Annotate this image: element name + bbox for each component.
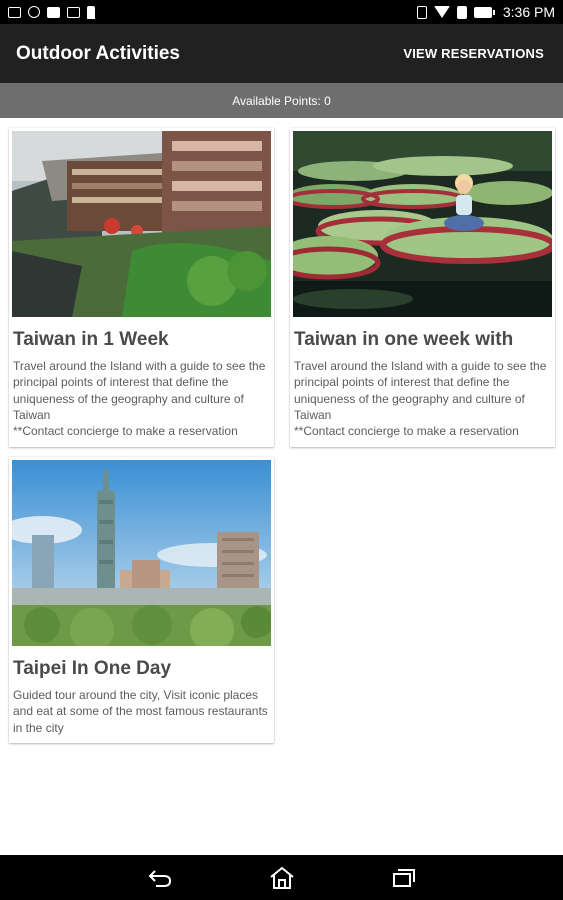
home-icon [269,866,294,889]
calendar-icon [47,6,60,18]
available-points-text: Available Points: 0 [232,93,331,108]
card-title: Taiwan in 1 Week [13,329,169,350]
view-reservations-button[interactable]: VIEW RESERVATIONS [403,46,544,61]
page-title: Outdoor Activities [16,42,180,64]
card-description-text: Travel around the Island with a guide to… [294,359,547,439]
status-right-icons: 3:36 PM [416,4,555,20]
home-button[interactable] [262,858,302,898]
back-button[interactable] [140,858,180,898]
card-description-text: Travel around the Island with a guide to… [13,359,266,439]
battery-icon [473,6,495,18]
back-icon [148,869,171,887]
vibrate-icon [416,5,427,19]
recents-button[interactable] [384,858,424,898]
village-on-hillside-photo [12,131,271,317]
activity-card-taiwan-one-week-with[interactable]: Taiwan in one week with Travel around th… [290,128,555,447]
sync-icon [28,6,40,18]
photo-icon [67,6,80,18]
wifi-icon [433,6,450,18]
card-title: Taipei In One Day [13,658,172,679]
system-navigation-bar [0,855,563,900]
card-description: Guided tour around the city, Visit iconi… [13,687,271,736]
figure-icon [87,5,95,19]
activity-card-taiwan-1-week[interactable]: Taiwan in 1 Week Travel around the Islan… [9,128,274,447]
status-bar: 3:36 PM [0,0,563,24]
image-icon [8,6,21,18]
card-description: Travel around the Island with a guide to… [294,358,552,439]
child-on-lily-pad-photo [293,131,552,317]
recents-icon [392,868,415,887]
card-description: Travel around the Island with a guide to… [13,358,271,439]
status-time: 3:36 PM [502,4,555,20]
app-bar: Outdoor Activities VIEW RESERVATIONS [0,24,563,83]
card-description-text: Guided tour around the city, Visit iconi… [13,688,268,735]
available-points-bar: Available Points: 0 [0,83,563,118]
card-title: Taiwan in one week with [294,329,514,350]
sim-icon [456,5,467,19]
activity-grid: Taiwan in 1 Week Travel around the Islan… [0,118,563,855]
taipei-skyline-photo [12,460,271,646]
activity-card-taipei-in-one-day[interactable]: Taipei In One Day Guided tour around the… [9,457,274,743]
status-left-icons [8,5,95,19]
